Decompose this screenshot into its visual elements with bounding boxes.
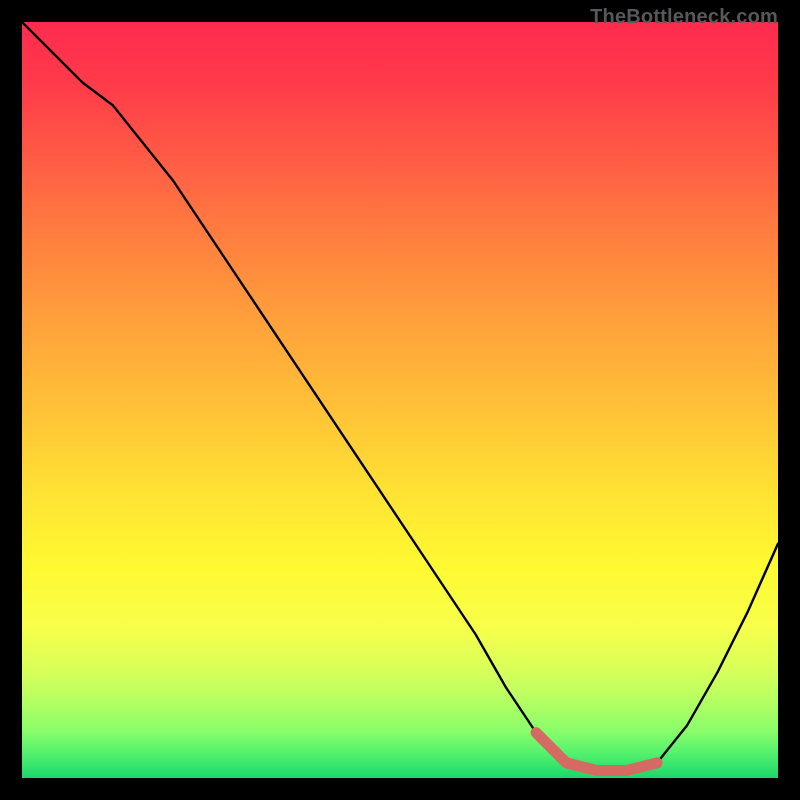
watermark-label: TheBottleneck.com — [590, 6, 778, 29]
curve-svg — [22, 22, 778, 778]
plot-area — [22, 22, 778, 778]
bottleneck-curve-path — [22, 22, 778, 770]
optimal-range-highlight-path — [536, 733, 657, 771]
chart-container: TheBottleneck.com — [0, 0, 800, 800]
